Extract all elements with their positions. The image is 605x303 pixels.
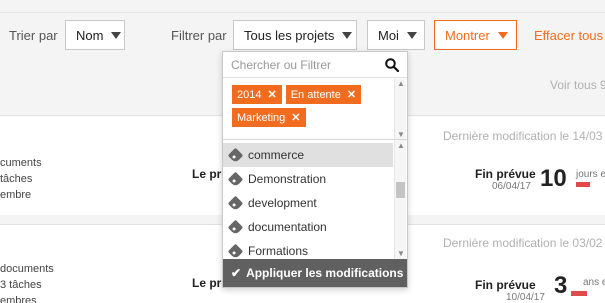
close-icon[interactable]: ✕ [291, 111, 300, 124]
tag-option-label: development [248, 196, 317, 210]
documents-count: documents [0, 263, 54, 275]
filter-dropdown: 2014 ✕ En attente ✕ Marketing ✕ ▲ ▼ comm… [222, 51, 408, 288]
project-filter-value: Tous les projets [244, 27, 335, 43]
sort-select[interactable]: Nom [65, 20, 125, 50]
tasks-count: tâches [0, 173, 33, 185]
days-remaining: 3 [554, 272, 568, 299]
late-indicator [571, 291, 587, 296]
members-count: embres [0, 295, 37, 303]
filter-chip-label: 2014 [237, 88, 262, 101]
tasks-count: 3 tâches [0, 279, 42, 291]
clear-all-link[interactable]: Effacer tous l [534, 28, 605, 43]
last-modified: Dernière modification le 03/02 [443, 236, 603, 250]
due-label: Fin prévue [475, 167, 536, 181]
last-modified: Dernière modification le 14/03 [443, 129, 603, 143]
tag-option-label: Formations [248, 244, 309, 258]
show-button-label: Montrer [445, 27, 490, 43]
tag-option[interactable]: commerce [223, 143, 393, 167]
tag-icon [227, 171, 244, 187]
options-scrollbar[interactable]: ▲ ▼ [394, 140, 406, 259]
filter-chip[interactable]: Marketing ✕ [232, 108, 306, 127]
members-count: embre [0, 189, 32, 201]
days-unit: jours e [576, 169, 605, 180]
tag-option-label: Demonstration [248, 172, 327, 186]
tag-option-label: documentation [248, 220, 327, 234]
filter-chip[interactable]: En attente ✕ [285, 85, 362, 104]
days-remaining: 10 [540, 165, 567, 192]
days-unit: ans e [583, 277, 605, 288]
filter-chip-label: Marketing [237, 111, 286, 124]
tag-option[interactable]: documentation [223, 215, 393, 239]
tag-icon [227, 195, 244, 211]
chevron-down-icon [406, 31, 417, 39]
view-all-link[interactable]: Voir tous 9 [550, 78, 605, 92]
scroll-up-icon[interactable]: ▲ [397, 79, 405, 88]
scroll-up-icon[interactable]: ▲ [397, 141, 405, 150]
selected-filters: 2014 ✕ En attente ✕ Marketing ✕ [223, 79, 407, 139]
dropdown-search-bar [223, 52, 407, 78]
chevron-down-icon [342, 31, 353, 39]
top-divider [0, 12, 605, 13]
due-label: Fin prévue [475, 278, 536, 292]
tag-icon [227, 243, 244, 259]
project-filter-select[interactable]: Tous les projets [233, 20, 357, 50]
tag-icon [227, 219, 244, 235]
due-date: 10/04/17 [506, 292, 545, 303]
scrollbar-thumb[interactable] [396, 182, 405, 198]
tag-option[interactable]: development [223, 191, 393, 215]
filter-label: Filtrer par [171, 28, 227, 43]
filter-search-input[interactable] [231, 57, 376, 72]
chevron-down-icon [111, 31, 122, 39]
documents-count: cuments [0, 157, 42, 169]
chips-scrollbar[interactable]: ▲ ▼ [394, 79, 406, 139]
filter-chip-label: En attente [290, 88, 341, 101]
tag-option-label: commerce [248, 148, 305, 162]
chevron-down-icon [497, 31, 508, 39]
close-icon[interactable]: ✕ [267, 88, 276, 101]
search-icon[interactable] [385, 57, 399, 72]
sort-select-value: Nom [76, 27, 104, 43]
tag-icon [227, 147, 244, 163]
scroll-down-icon[interactable]: ▼ [397, 130, 405, 139]
scroll-down-icon[interactable]: ▼ [397, 249, 405, 258]
divider [223, 139, 407, 140]
tag-option[interactable]: Demonstration [223, 167, 393, 191]
check-icon: ✔ [231, 266, 242, 280]
apply-changes-button[interactable]: ✔ Appliquer les modifications [223, 259, 407, 287]
filter-chip[interactable]: 2014 ✕ [232, 85, 282, 104]
close-icon[interactable]: ✕ [347, 88, 356, 101]
due-date: 06/04/17 [492, 181, 531, 192]
show-button[interactable]: Montrer [434, 20, 517, 50]
late-indicator [576, 182, 590, 187]
owner-filter-value: Moi [378, 27, 399, 43]
sort-label: Trier par [9, 28, 58, 43]
owner-filter-select[interactable]: Moi [367, 20, 425, 50]
apply-changes-label: Appliquer les modifications [246, 266, 404, 280]
